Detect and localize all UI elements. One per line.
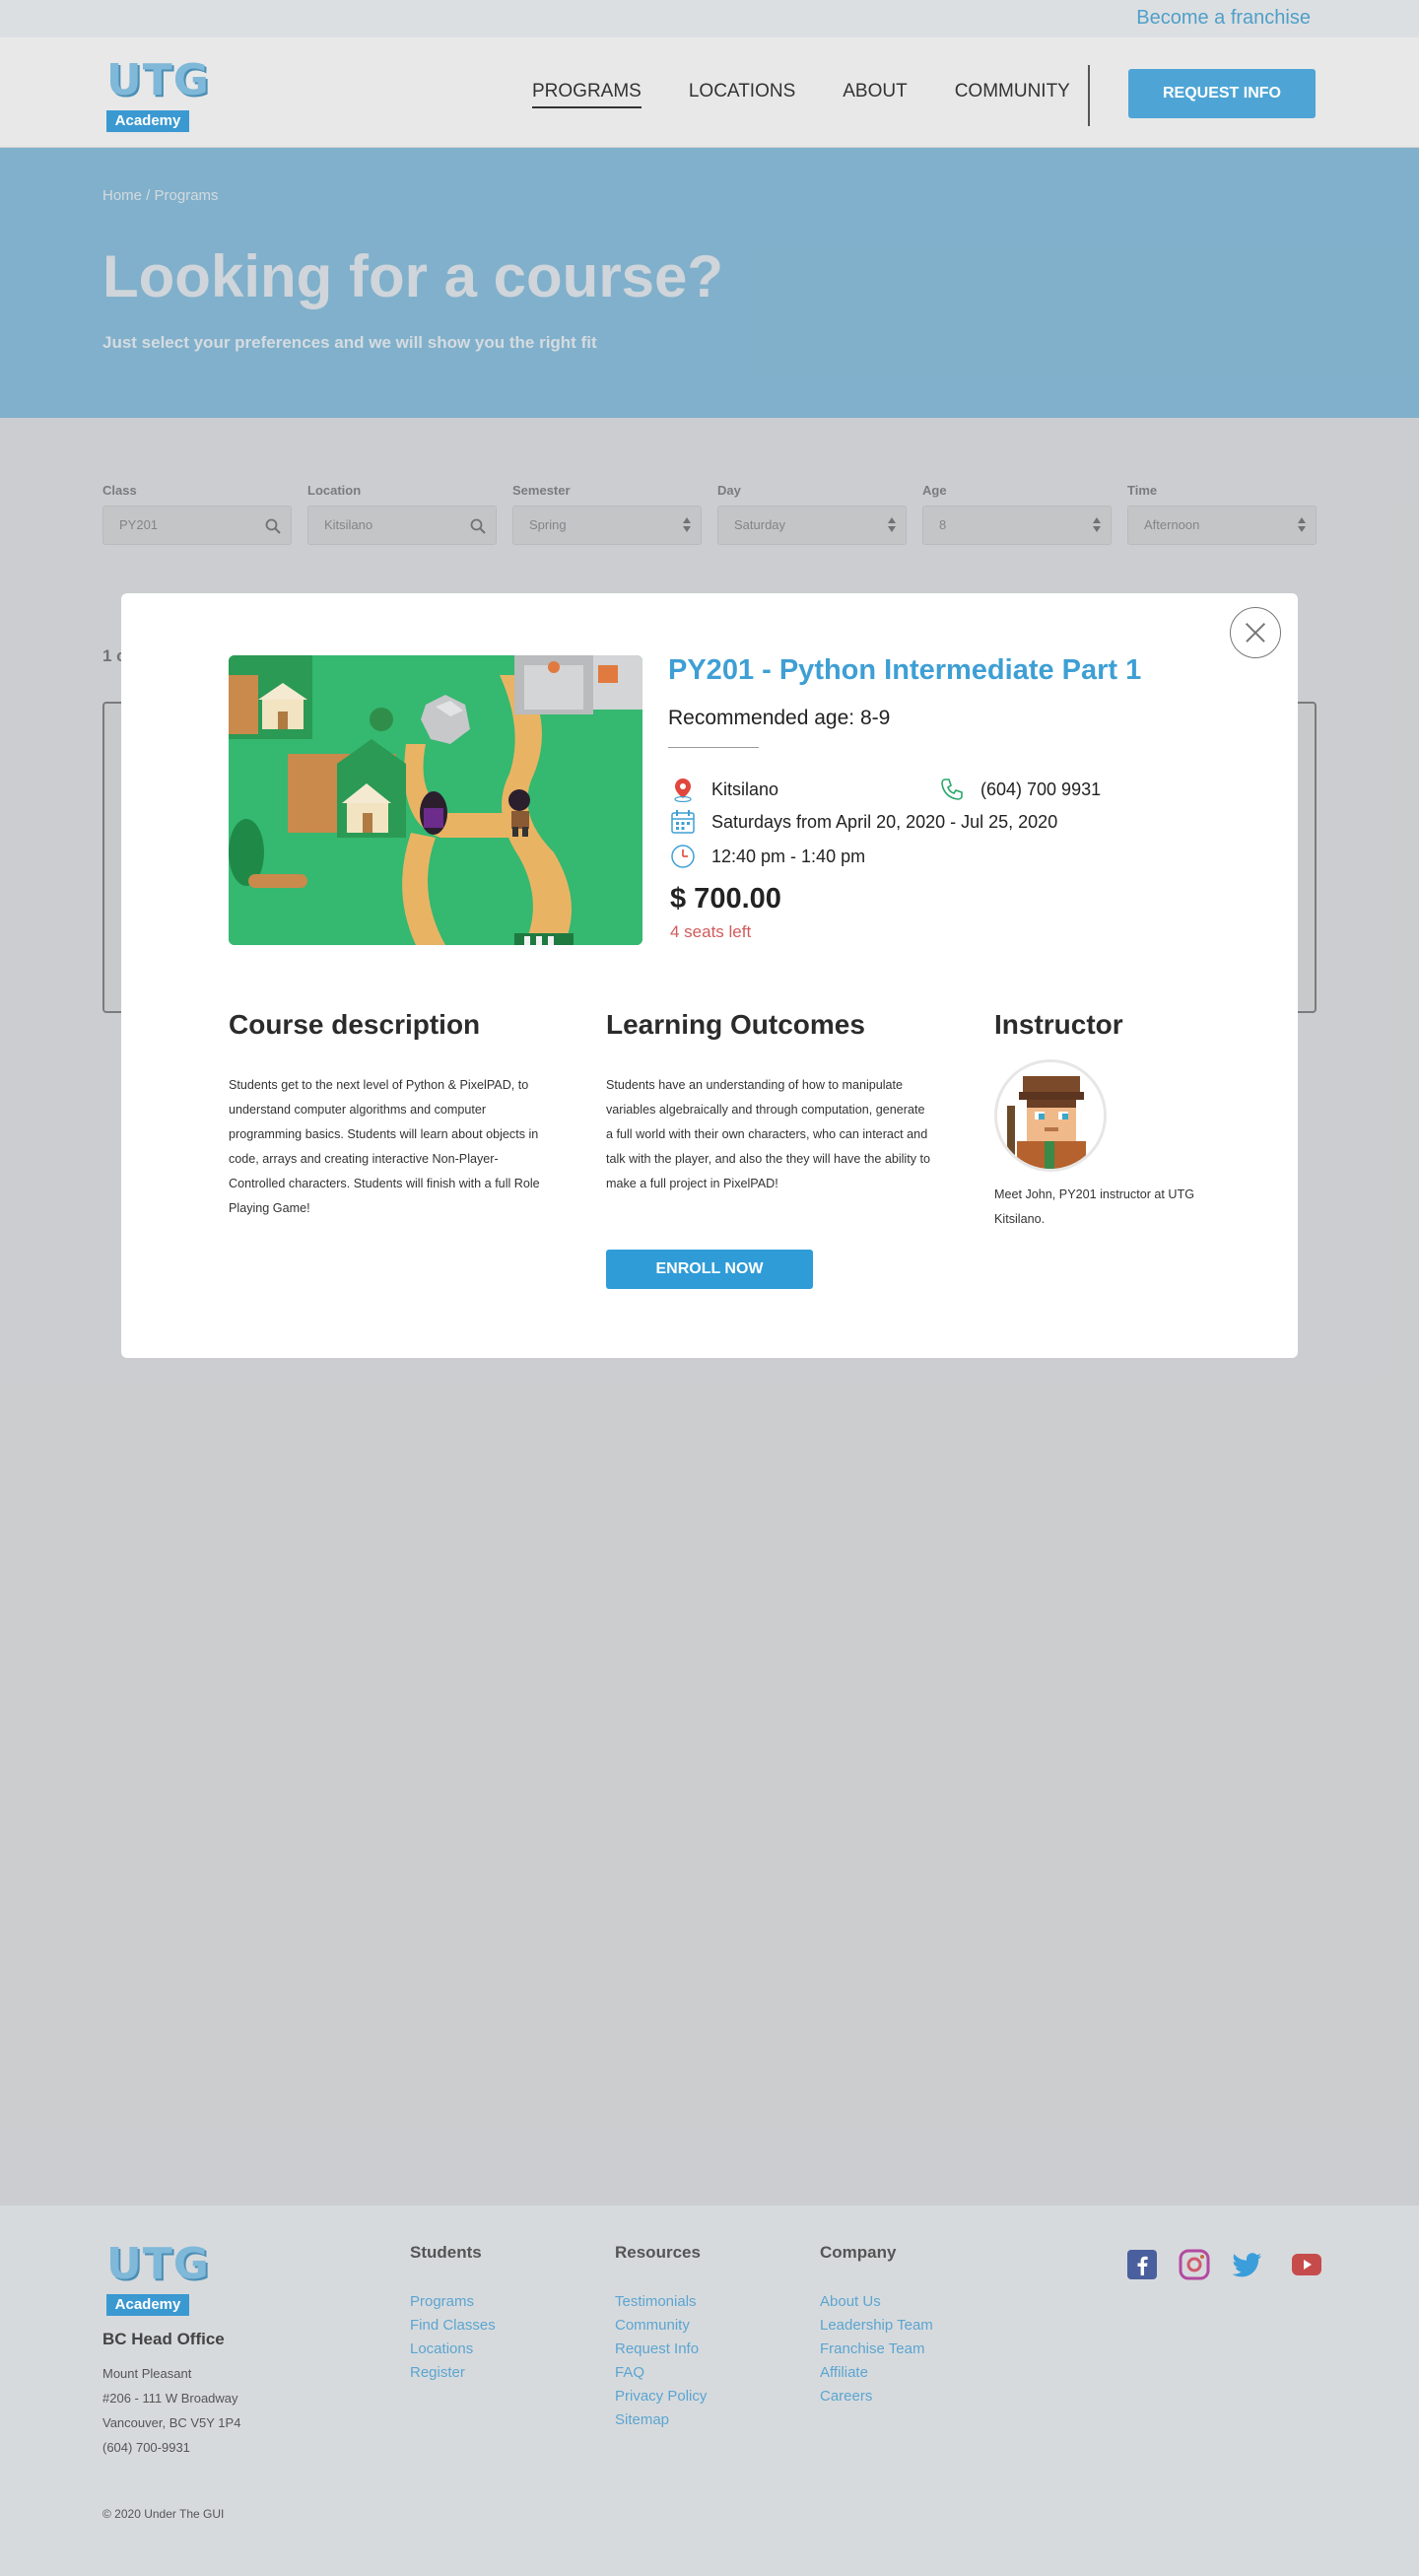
footer-col-title: Resources <box>615 2243 701 2262</box>
location-text: Kitsilano <box>711 779 779 799</box>
top-strip: Become a franchise <box>0 0 1419 37</box>
close-button[interactable] <box>1230 607 1281 658</box>
logo-letters: UTG <box>106 55 210 105</box>
copyright: © 2020 Under The GUI <box>102 2507 225 2521</box>
footer-col-title: Students <box>410 2243 482 2262</box>
nav-divider <box>1088 65 1090 126</box>
logo-letters: UTG <box>106 2239 210 2289</box>
footer-link-find-classes[interactable]: Find Classes <box>410 2314 496 2338</box>
request-info-button[interactable]: REQUEST INFO <box>1128 69 1316 118</box>
title-divider <box>668 747 759 748</box>
seats-left: 4 seats left <box>670 922 752 941</box>
footer-link-programs[interactable]: Programs <box>410 2290 496 2314</box>
footer-link-faq[interactable]: FAQ <box>615 2361 707 2385</box>
clock-icon <box>671 845 695 868</box>
main-nav: PROGRAMS LOCATIONS ABOUT COMMUNITY <box>532 81 1117 108</box>
footer-link-register[interactable]: Register <box>410 2361 496 2385</box>
instructor-heading: Instructor <box>994 1009 1123 1040</box>
course-description-text: Students get to the next level of Python… <box>229 1078 540 1215</box>
enroll-now-button[interactable]: ENROLL NOW <box>606 1250 813 1289</box>
course-title: PY201 - Python Intermediate Part 1 <box>668 654 1142 686</box>
location-info: Kitsilano <box>670 777 778 802</box>
footer-link-request-info[interactable]: Request Info <box>615 2338 707 2361</box>
schedule-text: Saturdays from April 20, 2020 - Jul 25, … <box>711 811 1058 832</box>
address-line: Mount Pleasant <box>102 2366 192 2381</box>
course-game-image <box>229 655 642 945</box>
site-header: UTG Academy PROGRAMS LOCATIONS ABOUT COM… <box>0 37 1419 148</box>
map-pin-icon <box>674 779 692 802</box>
logo-tag: Academy <box>106 110 189 132</box>
footer-col-title: Company <box>820 2243 897 2262</box>
instructor-avatar <box>994 1059 1107 1172</box>
office-address: Mount Pleasant #206 - 111 W Broadway Van… <box>102 2361 240 2460</box>
logo-tag: Academy <box>106 2294 189 2316</box>
footer-link-affiliate[interactable]: Affiliate <box>820 2361 933 2385</box>
footer-link-testimonials[interactable]: Testimonials <box>615 2290 707 2314</box>
site-footer: UTG Academy BC Head Office Mount Pleasan… <box>0 2205 1419 2576</box>
youtube-icon[interactable] <box>1291 2249 1322 2280</box>
footer-link-community[interactable]: Community <box>615 2314 707 2338</box>
instagram-icon[interactable] <box>1179 2249 1210 2280</box>
address-line: Vancouver, BC V5Y 1P4 <box>102 2415 241 2430</box>
footer-link-careers[interactable]: Careers <box>820 2385 933 2408</box>
phone-icon <box>941 779 963 800</box>
footer-company: Company About Us Leadership Team Franchi… <box>820 2243 933 2408</box>
footer-link-franchise-team[interactable]: Franchise Team <box>820 2338 933 2361</box>
facebook-icon[interactable] <box>1126 2249 1158 2280</box>
time-info: 12:40 pm - 1:40 pm <box>670 844 865 869</box>
become-franchise-link[interactable]: Become a franchise <box>1136 7 1311 30</box>
footer-link-leadership-team[interactable]: Leadership Team <box>820 2314 933 2338</box>
schedule-info: Saturdays from April 20, 2020 - Jul 25, … <box>670 809 1057 835</box>
footer-resources: Resources Testimonials Community Request… <box>615 2243 707 2432</box>
utg-logo[interactable]: UTG Academy <box>102 55 209 134</box>
course-detail-modal: PY201 - Python Intermediate Part 1 Recom… <box>121 593 1298 1358</box>
address-line: #206 - 111 W Broadway <box>102 2391 238 2406</box>
learning-outcomes-heading: Learning Outcomes <box>606 1009 865 1040</box>
address-line: (604) 700-9931 <box>102 2440 190 2455</box>
footer-link-privacy-policy[interactable]: Privacy Policy <box>615 2385 707 2408</box>
nav-about[interactable]: ABOUT <box>843 81 907 108</box>
time-text: 12:40 pm - 1:40 pm <box>711 846 866 866</box>
course-description-heading: Course description <box>229 1009 481 1040</box>
twitter-icon[interactable] <box>1232 2249 1263 2280</box>
instructor-pixel-portrait <box>997 1062 1104 1169</box>
game-scene <box>229 655 642 945</box>
office-title: BC Head Office <box>102 2330 225 2348</box>
learning-outcomes-text: Students have an understanding of how to… <box>606 1078 931 1190</box>
calendar-icon <box>671 810 695 834</box>
course-price: $ 700.00 <box>670 883 781 915</box>
footer-link-about-us[interactable]: About Us <box>820 2290 933 2314</box>
footer-link-sitemap[interactable]: Sitemap <box>615 2408 707 2432</box>
nav-community[interactable]: COMMUNITY <box>955 81 1070 108</box>
recommended-age: Recommended age: 8-9 <box>668 707 891 729</box>
phone-info: (604) 700 9931 <box>939 777 1101 802</box>
footer-students: Students Programs Find Classes Locations… <box>410 2243 496 2385</box>
footer-link-locations[interactable]: Locations <box>410 2338 496 2361</box>
nav-programs[interactable]: PROGRAMS <box>532 81 642 108</box>
phone-text[interactable]: (604) 700 9931 <box>980 780 1101 800</box>
instructor-bio: Meet John, PY201 instructor at UTG Kitsi… <box>994 1187 1194 1226</box>
nav-locations[interactable]: LOCATIONS <box>689 81 795 108</box>
footer-logo[interactable]: UTG Academy <box>102 2239 209 2318</box>
